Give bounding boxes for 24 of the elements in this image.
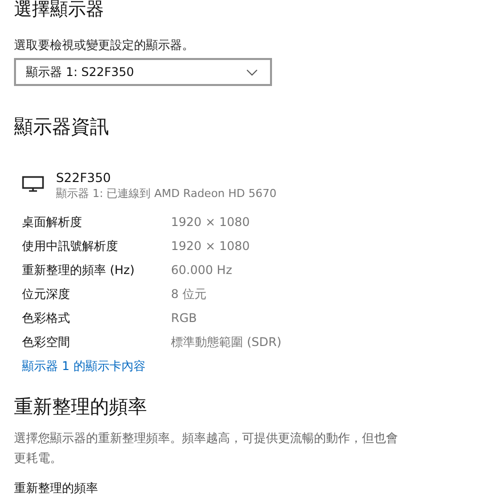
chevron-down-icon [246,68,258,76]
description: 選擇您顯示器的重新整理頻率。頻率越高，可提供更流暢的動作，但也會更耗電。 [14,430,399,467]
info-value: RGB [171,311,197,325]
info-value: 8 位元 [171,286,206,302]
field-label: 重新整理的頻率 [14,480,99,496]
info-label: 使用中訊號解析度 [22,238,119,254]
description: 選取要檢視或變更設定的顯示器。 [14,37,195,54]
info-value: 1920 × 1080 [171,215,250,229]
info-label: 重新整理的頻率 (Hz) [22,262,136,278]
monitor-icon [22,176,44,192]
connection-info: 顯示器 1: 已連線到 AMD Radeon HD 5670 [56,186,276,202]
info-label: 位元深度 [22,286,71,302]
info-label: 桌面解析度 [22,214,83,230]
info-label: 色彩格式 [22,310,71,326]
section-heading: 選擇顯示器 [14,0,105,20]
info-value: 標準動態範圍 (SDR) [171,334,282,350]
section-heading: 重新整理的頻率 [14,395,148,420]
info-label: 色彩空間 [22,334,71,350]
display-dropdown[interactable]: 顯示器 1: S22F350 [14,58,272,86]
info-value: 1920 × 1080 [171,239,250,253]
section-heading: 顯示器資訊 [14,115,110,140]
adapter-properties-link[interactable]: 顯示器 1 的顯示卡內容 [14,354,486,378]
monitor-name: S22F350 [56,170,112,186]
info-value: 60.000 Hz [171,263,232,277]
